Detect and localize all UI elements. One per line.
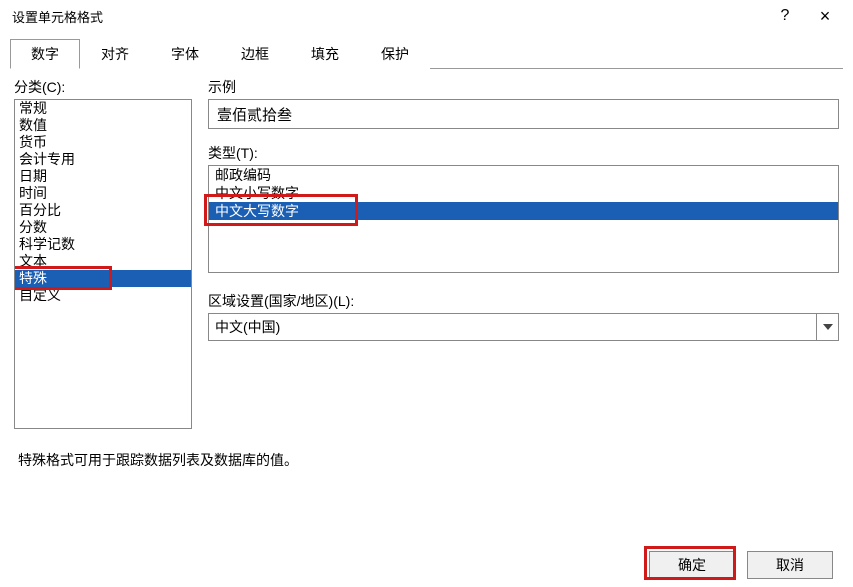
- type-item[interactable]: 中文大写数字: [209, 202, 838, 220]
- category-item[interactable]: 时间: [15, 185, 191, 202]
- description-text: 特殊格式可用于跟踪数据列表及数据库的值。: [18, 450, 298, 470]
- type-label: 类型(T):: [208, 143, 839, 163]
- help-icon[interactable]: ?: [765, 7, 805, 25]
- tab-4[interactable]: 填充: [290, 39, 360, 69]
- category-item[interactable]: 常规: [15, 100, 191, 117]
- type-listbox[interactable]: 邮政编码中文小写数字中文大写数字: [208, 165, 839, 273]
- sample-label: 示例: [208, 77, 839, 97]
- type-item[interactable]: 邮政编码: [209, 166, 838, 184]
- locale-select[interactable]: 中文(中国): [208, 313, 839, 341]
- category-listbox[interactable]: 常规数值货币会计专用日期时间百分比分数科学记数文本特殊自定义: [14, 99, 192, 429]
- close-icon[interactable]: ×: [805, 6, 845, 27]
- tab-1[interactable]: 对齐: [80, 39, 150, 69]
- button-row: 确定 取消: [649, 551, 833, 579]
- category-item[interactable]: 货币: [15, 134, 191, 151]
- category-item[interactable]: 自定义: [15, 287, 191, 304]
- category-item[interactable]: 会计专用: [15, 151, 191, 168]
- tab-5[interactable]: 保护: [360, 39, 430, 69]
- tab-3[interactable]: 边框: [220, 39, 290, 69]
- category-item[interactable]: 日期: [15, 168, 191, 185]
- category-item[interactable]: 特殊: [15, 270, 191, 287]
- category-label: 分类(C):: [14, 77, 192, 97]
- cancel-button[interactable]: 取消: [747, 551, 833, 579]
- window-title: 设置单元格格式: [12, 7, 765, 26]
- chevron-down-icon[interactable]: [816, 314, 838, 340]
- tab-2[interactable]: 字体: [150, 39, 220, 69]
- type-item[interactable]: 中文小写数字: [209, 184, 838, 202]
- tab-0[interactable]: 数字: [10, 39, 80, 69]
- locale-label: 区域设置(国家/地区)(L):: [208, 291, 839, 311]
- sample-display: 壹佰贰拾叁: [208, 99, 839, 129]
- category-item[interactable]: 文本: [15, 253, 191, 270]
- locale-value: 中文(中国): [215, 317, 280, 337]
- tab-bar: 数字对齐字体边框填充保护: [10, 38, 843, 69]
- title-bar: 设置单元格格式 ? ×: [0, 0, 853, 32]
- ok-button[interactable]: 确定: [649, 551, 735, 579]
- category-item[interactable]: 数值: [15, 117, 191, 134]
- category-item[interactable]: 百分比: [15, 202, 191, 219]
- category-item[interactable]: 分数: [15, 219, 191, 236]
- category-item[interactable]: 科学记数: [15, 236, 191, 253]
